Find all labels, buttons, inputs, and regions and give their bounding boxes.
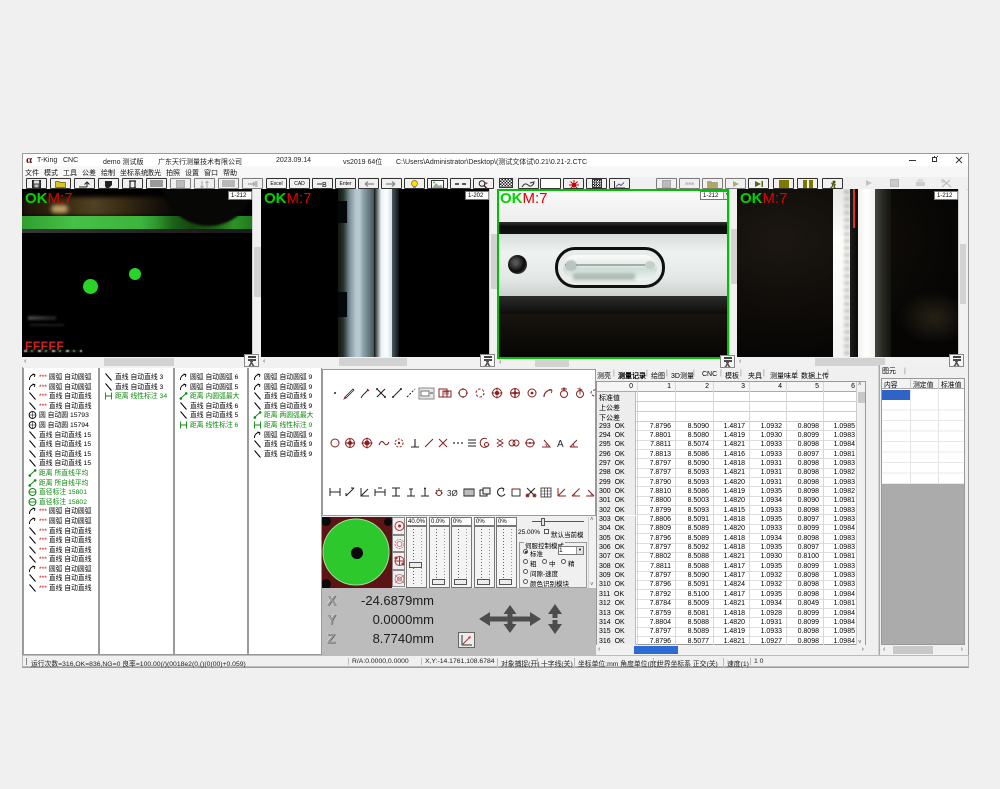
svg-text:3Ø: 3Ø (447, 489, 458, 498)
svg-text:A: A (557, 439, 564, 450)
svg-text:B: B (322, 182, 327, 188)
